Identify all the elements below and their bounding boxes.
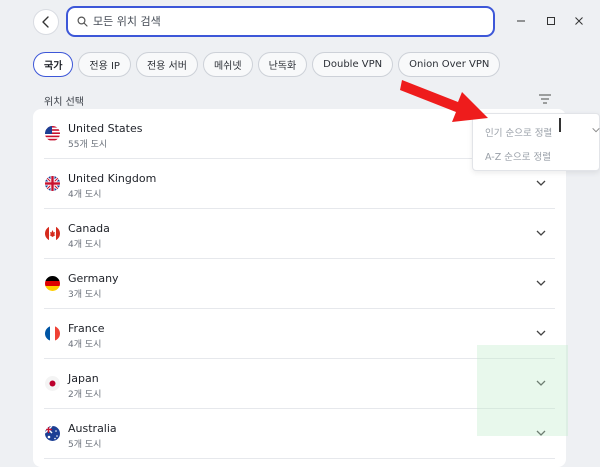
country-name: Germany — [68, 272, 119, 285]
list-item[interactable]: Canada 4개 도시 — [44, 209, 555, 259]
country-name: Canada — [68, 222, 110, 235]
search-input[interactable] — [93, 15, 473, 28]
maximize-button[interactable] — [542, 12, 560, 30]
text-cursor — [559, 118, 561, 132]
app-window: 국가 전용 IP 전용 서버 메쉬넷 난독화 Double VPN Onion … — [0, 0, 600, 467]
sort-by-alphabet[interactable]: A-Z 순으로 정렬 — [485, 149, 551, 163]
minimize-icon — [517, 20, 525, 22]
search-box[interactable] — [66, 6, 495, 37]
city-count: 5개 도시 — [68, 440, 102, 450]
australia-flag-icon — [45, 426, 60, 441]
city-count: 4개 도시 — [68, 240, 102, 250]
city-count: 4개 도시 — [68, 340, 102, 350]
country-name: Australia — [68, 422, 117, 435]
city-count: 2개 도시 — [68, 390, 102, 400]
germany-flag-icon — [45, 276, 60, 291]
country-name: Japan — [68, 372, 99, 385]
japan-flag-icon — [45, 376, 60, 391]
section-title: 위치 선택 — [44, 97, 84, 108]
canada-flag-icon — [45, 226, 60, 241]
tab-countries[interactable]: 국가 — [33, 52, 74, 77]
annotation-arrow-icon — [400, 80, 488, 122]
sort-by-popularity[interactable]: 인기 순으로 정렬 — [485, 125, 552, 139]
chevron-down-icon[interactable] — [535, 227, 547, 239]
search-icon — [77, 16, 88, 27]
close-button[interactable] — [570, 12, 588, 30]
list-item[interactable]: Germany 3개 도시 — [44, 259, 555, 309]
france-flag-icon — [45, 326, 60, 341]
chevron-down-icon[interactable] — [535, 277, 547, 289]
sort-button[interactable] — [537, 91, 553, 105]
watermark — [477, 345, 568, 436]
tab-dedicated-server[interactable]: 전용 서버 — [135, 52, 198, 77]
chevron-down-icon — [592, 127, 600, 133]
country-name: France — [68, 322, 105, 335]
tab-dedicated-ip[interactable]: 전용 IP — [78, 52, 131, 77]
minimize-button[interactable] — [512, 12, 530, 30]
maximize-icon — [547, 17, 555, 25]
chevron-left-icon — [42, 16, 49, 28]
us-flag-icon — [45, 126, 60, 141]
uk-flag-icon — [45, 176, 60, 191]
sort-icon — [539, 94, 551, 104]
close-icon — [575, 17, 583, 25]
country-name: United States — [68, 122, 143, 135]
city-count: 55개 도시 — [68, 140, 108, 150]
back-button[interactable] — [33, 9, 59, 35]
city-count: 4개 도시 — [68, 190, 102, 200]
tab-double-vpn[interactable]: Double VPN — [312, 52, 394, 77]
country-name: United Kingdom — [68, 172, 157, 185]
chevron-down-icon[interactable] — [535, 327, 547, 339]
tab-meshnet[interactable]: 메쉬넷 — [202, 52, 253, 77]
city-count: 3개 도시 — [68, 290, 102, 300]
tab-obfuscated[interactable]: 난독화 — [257, 52, 308, 77]
chevron-down-icon[interactable] — [535, 177, 547, 189]
